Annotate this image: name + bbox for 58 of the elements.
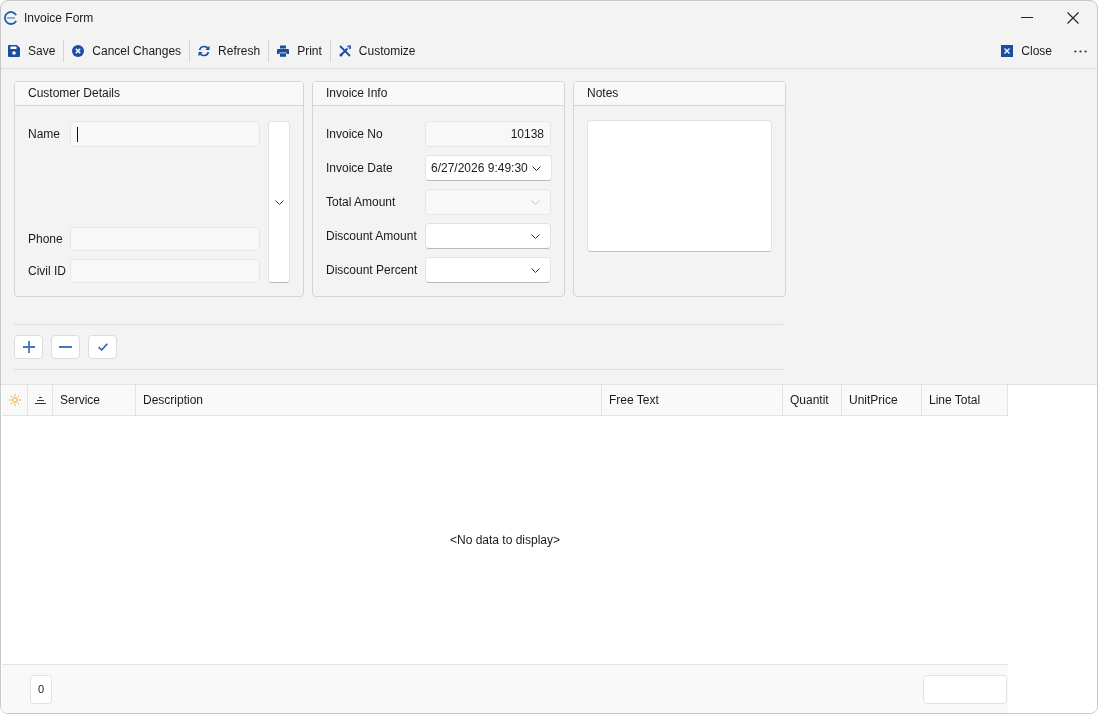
field-label: Civil ID [28,264,67,278]
text-cursor [77,126,78,142]
text-field[interactable]: 10138 [425,121,551,147]
printer-icon [277,45,290,57]
toolbar-button[interactable]: Customize [333,37,421,65]
toolbar-button[interactable]: Save [3,37,61,65]
dropdown-button[interactable] [268,121,290,283]
save-icon [8,45,20,57]
toolbar-button[interactable]: Cancel Changes [67,37,187,65]
add-button[interactable] [14,335,43,359]
column-header[interactable]: Quantit [783,385,842,416]
chevron-down-icon [274,199,284,205]
lines-icon [34,396,46,404]
app-logo-icon [4,10,18,25]
field-label: Invoice Date [326,161,394,175]
toolbar-button[interactable]: Close [996,37,1057,65]
text-field[interactable] [70,121,260,147]
column-header[interactable]: Description [136,385,602,416]
window-title: Invoice Form [24,10,94,25]
dropdown[interactable]: 6/27/2026 9:49:30 [425,155,552,181]
chevron-down-icon [531,165,541,171]
confirm-button[interactable] [88,335,117,359]
dropdown[interactable] [425,223,551,249]
field-label: Phone [28,232,64,246]
plus-icon [22,341,35,353]
chevron-down-icon [531,233,540,239]
toolbar-button[interactable]: Refresh [193,37,266,65]
minus-icon [59,346,72,348]
notes-field[interactable] [587,120,772,252]
field-label: Invoice No [326,127,384,141]
row-count: 0 [30,674,52,704]
toolbar-button[interactable]: Print [272,37,327,65]
column-header[interactable]: Line Total [922,385,1008,416]
more-icon [1073,49,1087,53]
panel-title: Invoice Info [313,82,564,106]
field-label: Name [28,127,61,141]
sun-icon [8,394,21,406]
column-header[interactable]: Service [53,385,136,416]
check-icon [97,343,108,351]
field-label: Total Amount [326,195,397,209]
tools-icon [338,45,351,57]
column-header[interactable] [28,385,53,416]
column-header[interactable]: Free Text [602,385,783,416]
cancel-icon [72,45,85,57]
minimize-icon [1021,17,1033,18]
close-icon [1001,45,1014,57]
close-icon [1067,11,1079,24]
dropdown[interactable] [425,257,551,283]
remove-button[interactable] [51,335,80,359]
chevron-down-icon [531,199,540,205]
chevron-down-icon [531,267,540,273]
column-header[interactable]: UnitPrice [842,385,922,416]
panel-title: Customer Details [15,82,303,106]
field-label: Discount Amount [326,229,418,243]
field-label: Discount Percent [326,263,419,277]
empty-grid-message: <No data to display> [449,533,561,547]
refresh-icon [198,45,211,57]
panel-title: Notes [574,82,785,106]
